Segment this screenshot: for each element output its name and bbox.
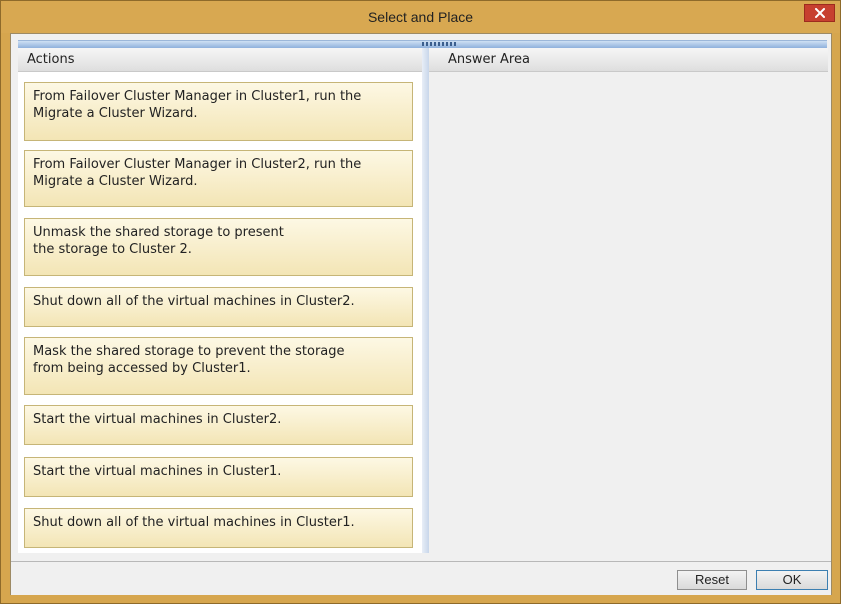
title-bar[interactable]: Select and Place (1, 1, 840, 33)
dialog-window: Select and Place Actions From Failover C… (0, 0, 841, 604)
close-icon (814, 8, 825, 18)
ok-button[interactable]: OK (756, 570, 828, 590)
action-item-2[interactable]: From Failover Cluster Manager in Cluster… (24, 150, 413, 207)
action-item-3[interactable]: Unmask the shared storage to present the… (24, 218, 413, 276)
dialog-client-area: Actions From Failover Cluster Manager in… (10, 33, 832, 595)
action-item-6[interactable]: Start the virtual machines in Cluster2. (24, 405, 413, 445)
grip-icon (422, 42, 456, 46)
pane-splitter[interactable] (18, 40, 827, 48)
action-item-1[interactable]: From Failover Cluster Manager in Cluster… (24, 82, 413, 141)
answer-area-header: Answer Area (429, 48, 828, 72)
close-button[interactable] (804, 4, 835, 22)
answer-area-pane[interactable]: Answer Area (429, 48, 828, 553)
actions-pane-scrollbar[interactable] (422, 48, 429, 553)
action-item-5[interactable]: Mask the shared storage to prevent the s… (24, 337, 413, 395)
action-item-4[interactable]: Shut down all of the virtual machines in… (24, 287, 413, 327)
action-item-7[interactable]: Start the virtual machines in Cluster1. (24, 457, 413, 497)
window-title: Select and Place (367, 9, 474, 25)
button-bar: Reset OK (11, 561, 831, 595)
reset-button[interactable]: Reset (677, 570, 747, 590)
actions-header: Actions (18, 48, 422, 72)
action-item-8[interactable]: Shut down all of the virtual machines in… (24, 508, 413, 548)
actions-pane: Actions From Failover Cluster Manager in… (18, 48, 422, 553)
